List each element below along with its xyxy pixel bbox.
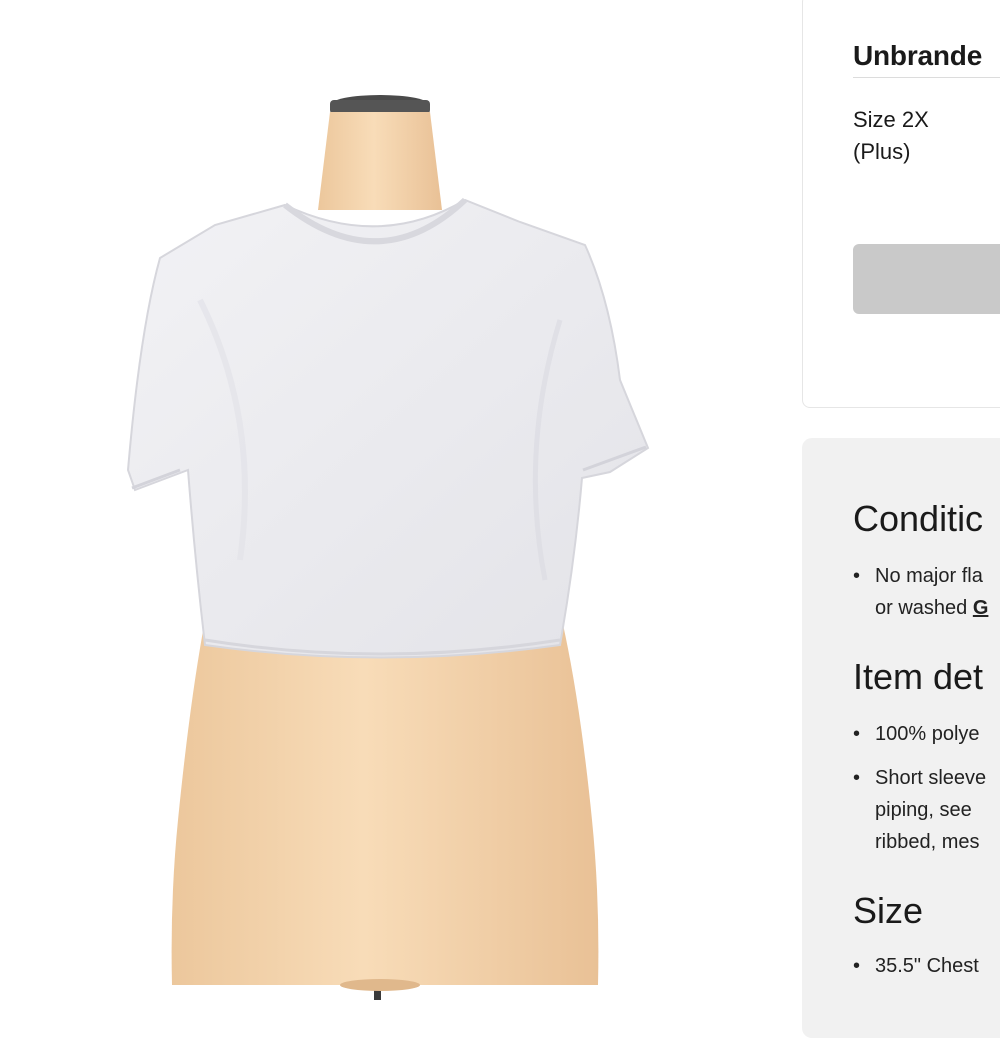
condition-link[interactable]: G: [973, 597, 989, 619]
item-bullet-material: • 100% polye: [853, 718, 980, 750]
product-photo[interactable]: [0, 0, 800, 1000]
mannequin-shirt-image: [126, 95, 650, 1000]
brand-title: Unbrande: [853, 40, 983, 71]
item-bullet-features-cont2: ribbed, mes: [875, 831, 980, 853]
item-details-heading: Item det: [853, 656, 984, 697]
size-heading: Size: [853, 890, 924, 931]
title-divider: [853, 77, 1000, 78]
add-to-bag-button[interactable]: [853, 244, 1000, 314]
bullet-dot: •: [853, 565, 861, 587]
item-bullet-features: • Short sleeve: [853, 762, 986, 794]
condition-bullet-cont: or washed G: [875, 597, 989, 619]
item-bullet-features-cont1: piping, see: [875, 799, 972, 821]
size-bullet-chest: • 35.5" Chest: [853, 950, 979, 982]
size-label: Size 2X: [853, 107, 929, 132]
condition-heading: Conditic: [853, 498, 984, 539]
bullet-dot: •: [853, 955, 861, 977]
size-category: (Plus): [853, 139, 911, 164]
bullet-dot: •: [853, 767, 861, 789]
size-info: Size 2X (Plus): [853, 104, 993, 168]
bullet-dot: •: [853, 723, 861, 745]
condition-bullet: • No major fla: [853, 560, 983, 592]
